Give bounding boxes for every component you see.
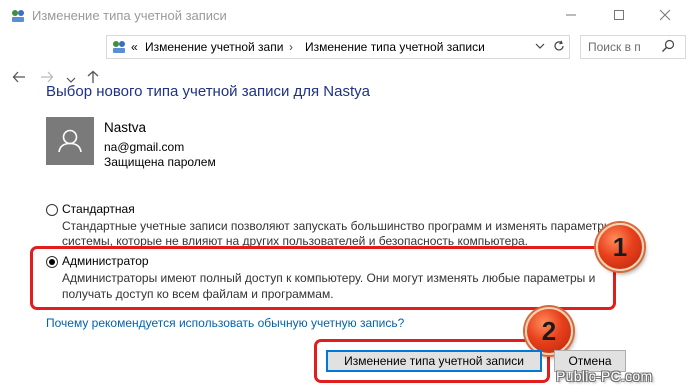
user-email: na@gmail.com	[104, 140, 185, 154]
minimize-icon	[566, 14, 576, 16]
search-icon[interactable]	[661, 39, 675, 58]
forward-arrow-icon	[41, 71, 54, 83]
change-account-type-button[interactable]: Изменение типа учетной записи	[326, 350, 542, 372]
title-bar: Изменение типа учетной записи	[0, 0, 686, 32]
why-standard-account-link[interactable]: Почему рекомендуется использовать обычну…	[46, 316, 404, 330]
address-dropdown-button[interactable]	[535, 40, 545, 54]
user-status: Защищена паролем	[104, 155, 216, 169]
minimize-button[interactable]	[548, 0, 594, 30]
breadcrumb-overflow[interactable]: «	[131, 40, 138, 54]
standard-label[interactable]: Стандартная	[62, 202, 135, 216]
window-title: Изменение типа учетной записи	[32, 8, 227, 23]
close-button[interactable]	[642, 0, 686, 30]
refresh-button[interactable]	[553, 40, 565, 55]
close-icon	[659, 9, 671, 21]
maximize-icon	[614, 10, 624, 20]
user-icon	[58, 129, 82, 153]
watermark: Public-PC.com	[556, 368, 653, 384]
back-button[interactable]	[12, 70, 26, 88]
chevron-right-icon[interactable]: ›	[289, 40, 293, 54]
user-name: Nastva	[104, 120, 147, 135]
maximize-button[interactable]	[596, 0, 642, 30]
standard-description: Стандартные учетные записи позволяют зап…	[62, 219, 613, 233]
control-panel-icon	[10, 8, 26, 24]
breadcrumb-item[interactable]: Изменение учетной запи	[145, 40, 283, 54]
address-bar[interactable]: « Изменение учетной запи › Изменение тип…	[106, 35, 570, 59]
control-panel-icon	[111, 39, 127, 55]
administrator-highlight-frame	[30, 246, 616, 310]
page-title: Выбор нового типа учетной записи для Nas…	[46, 83, 370, 100]
chevron-down-icon	[535, 43, 545, 49]
step-badge-1: 1	[596, 223, 644, 271]
search-placeholder: Поиск в п	[588, 40, 641, 54]
step-badge-2: 2	[525, 307, 573, 355]
up-arrow-icon	[87, 70, 99, 83]
avatar	[46, 117, 94, 165]
refresh-icon	[554, 40, 564, 51]
breadcrumb-item[interactable]: Изменение типа учетной записи	[305, 40, 485, 54]
standard-radio[interactable]	[46, 204, 58, 216]
back-arrow-icon	[12, 71, 25, 83]
search-input[interactable]: Поиск в п	[580, 35, 686, 59]
